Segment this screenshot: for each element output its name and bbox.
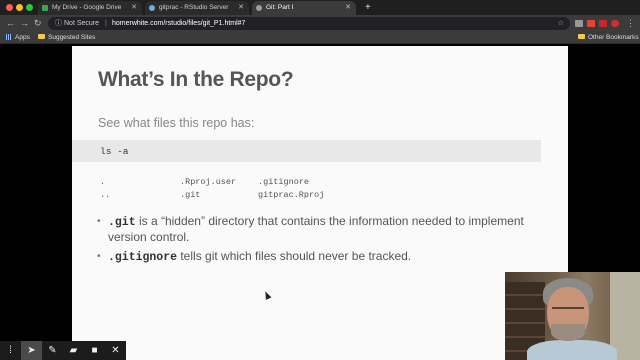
code-command: ls -a	[100, 146, 129, 157]
extension-icon[interactable]	[587, 20, 595, 27]
tab-rstudio[interactable]: gitprac - RStudio Server ✕	[145, 1, 249, 15]
new-tab-button[interactable]: +	[365, 0, 371, 15]
back-icon[interactable]: ←	[6, 15, 15, 32]
profile-avatar[interactable]	[611, 20, 619, 27]
code-block: ls -a	[72, 140, 541, 162]
browser-toolbar: ← → ↻ ⓘ Not Secure | homerwhite.com/rstu…	[0, 15, 640, 32]
pen-icon[interactable]: ✎	[42, 341, 63, 360]
bullet-code: .git	[108, 216, 136, 229]
globe-icon	[256, 5, 262, 11]
close-icon[interactable]: ✕	[238, 1, 244, 15]
info-icon[interactable]: ⓘ	[55, 17, 62, 30]
webcam-overlay	[505, 272, 640, 360]
reload-icon[interactable]: ↻	[34, 15, 42, 32]
highlighter-icon[interactable]: ▰	[63, 341, 84, 360]
close-window-button[interactable]	[6, 4, 13, 11]
listing-item: ..	[100, 190, 111, 200]
google-drive-icon	[42, 5, 48, 11]
bullet-item: • .gitignore tells git which files shoul…	[97, 249, 548, 265]
close-icon[interactable]: ✕	[131, 1, 137, 15]
listing-item: .gitignore	[258, 177, 310, 187]
bullet-dot: •	[97, 216, 101, 227]
slide-title: What’s In the Repo?	[98, 68, 294, 91]
bullet-code: .gitignore	[108, 251, 178, 264]
tab-google-drive[interactable]: My Drive - Google Drive ✕	[38, 1, 142, 15]
bullet-dot: •	[97, 251, 101, 262]
presenter-glasses	[552, 307, 584, 313]
tab-strip: My Drive - Google Drive ✕ gitprac - RStu…	[0, 0, 640, 15]
presenter-beard	[551, 324, 585, 341]
address-bar[interactable]: ⓘ Not Secure | homerwhite.com/rstudio/fi…	[48, 17, 570, 30]
folder-icon	[38, 34, 45, 39]
annotation-toolbar: ⁞ ➤ ✎ ▰ ■ ✕	[0, 341, 126, 360]
tab-title: Git: Part I	[266, 4, 294, 11]
camera-icon[interactable]: ■	[84, 341, 105, 360]
separator: |	[105, 20, 107, 27]
bookmarks-bar: Apps Suggested Sites Other Bookmarks	[0, 32, 640, 44]
tab-title: gitprac - RStudio Server	[159, 4, 229, 11]
grid-icon[interactable]: ⁞	[0, 341, 21, 360]
listing-item: .git	[180, 190, 201, 200]
pointer-icon[interactable]: ➤	[21, 341, 42, 360]
extension-icon[interactable]	[599, 20, 607, 27]
star-icon[interactable]: ☆	[558, 17, 564, 30]
bullet-item: • .git is a “hidden” directory that cont…	[97, 214, 548, 245]
close-icon[interactable]: ✕	[345, 1, 351, 15]
listing-item: .	[100, 177, 106, 187]
menu-icon[interactable]: ⋮	[626, 15, 635, 32]
close-icon[interactable]: ✕	[105, 341, 126, 360]
security-label: Not Secure	[64, 20, 100, 27]
forward-icon[interactable]: →	[20, 15, 29, 32]
bookmark-suggested-sites[interactable]: Suggested Sites	[38, 32, 95, 44]
tab-git-part-1[interactable]: Git: Part I ✕	[252, 1, 356, 15]
listing-item: .Rproj.user	[180, 177, 237, 187]
bookmark-other[interactable]: Other Bookmarks	[578, 32, 639, 44]
tab-title: My Drive - Google Drive	[52, 4, 122, 11]
maximize-window-button[interactable]	[26, 4, 33, 11]
minimize-window-button[interactable]	[16, 4, 23, 11]
url-text[interactable]: homerwhite.com/rstudio/files/git_P1.html…	[112, 17, 245, 30]
rstudio-icon	[149, 5, 155, 11]
bookmark-apps[interactable]: Apps	[6, 32, 30, 44]
bullet-text: tells git which files should never be tr…	[177, 249, 412, 263]
slide-subtitle: See what files this repo has:	[98, 116, 255, 130]
apps-grid-icon	[6, 34, 12, 40]
listing-item: gitprac.Rproj	[258, 190, 325, 200]
cast-icon[interactable]	[575, 20, 583, 27]
presenter-shirt	[527, 340, 617, 360]
bullet-text: is a “hidden” directory that contains th…	[108, 214, 524, 244]
folder-icon	[578, 34, 585, 39]
slide: What’s In the Repo? See what files this …	[72, 46, 568, 360]
